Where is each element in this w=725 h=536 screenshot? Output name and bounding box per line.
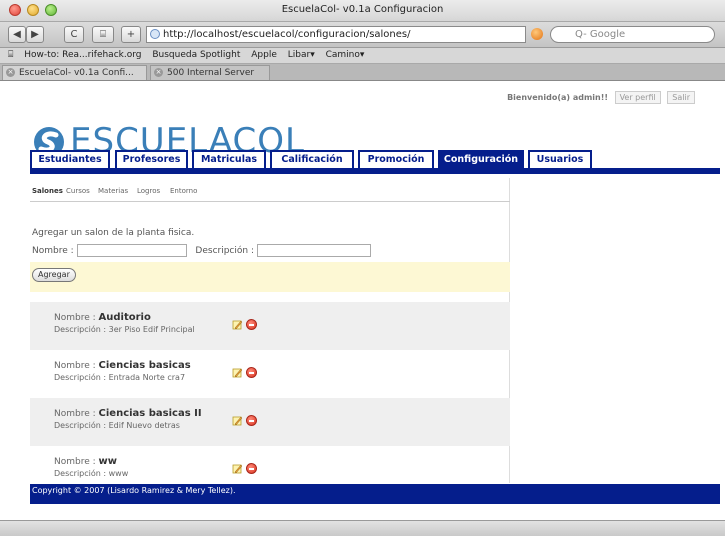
tab-promocion[interactable]: Promoción [358, 150, 434, 168]
page-footer: Copyright © 2007 (Lisardo Ramirez & Mery… [30, 484, 720, 504]
browser-tab[interactable]: × EscuelaCol- v0.1a Confi... [2, 65, 147, 80]
url-text: http://localhost/escuelacol/configuracio… [163, 29, 411, 40]
subtab-logros[interactable]: Logros [137, 187, 160, 195]
globe-icon [150, 29, 160, 39]
browser-tab[interactable]: × 500 Internal Server Error [150, 65, 270, 92]
subtab-entorno[interactable]: Entorno [170, 187, 197, 195]
close-tab-icon[interactable]: × [6, 68, 15, 77]
zoom-window-icon[interactable] [45, 4, 57, 16]
browser-toolbar: ◀ ▶ C ⌸ + http://localhost/escuelacol/co… [0, 22, 725, 48]
minimize-window-icon[interactable] [27, 4, 39, 16]
record-desc-value: www [108, 469, 129, 478]
add-bookmark-button[interactable]: + [121, 26, 141, 43]
bookmark-item[interactable]: Busqueda Spotlight [152, 50, 240, 60]
name-label: Nombre : [32, 246, 74, 256]
tab-profesores[interactable]: Profesores [115, 150, 188, 168]
tab-matriculas[interactable]: Matriculas [192, 150, 266, 168]
profile-button[interactable]: Ver perfil [614, 91, 661, 104]
sub-nav: Salones Cursos Materias Logros Entorno [30, 178, 510, 202]
forward-button[interactable]: ▶ [26, 26, 44, 43]
tab-configuracion[interactable]: Configuración [438, 150, 524, 168]
tab-calificacion[interactable]: Calificación [270, 150, 354, 168]
bookmarks-bar: ⌸ How-to: Rea...rifehack.org Busqueda Sp… [0, 48, 725, 64]
record-name: Nombre : ww [54, 456, 118, 467]
edit-icon[interactable] [232, 367, 243, 378]
bookmark-item[interactable]: Libar▾ [288, 50, 315, 60]
form-fields: Nombre : Descripción : [32, 244, 371, 257]
record-desc-value: 3er Piso Edif Principal [108, 325, 195, 334]
main-content: Salones Cursos Materias Logros Entorno A… [30, 178, 510, 483]
web-page: Bienvenido(a) admin!! Ver perfil Salir E… [0, 81, 725, 514]
list-item: Nombre : Auditorio Descripción : 3er Pis… [30, 302, 510, 350]
record-desc-value: Entrada Norte cra7 [108, 373, 186, 382]
delete-icon[interactable] [246, 319, 257, 330]
form-title: Agregar un salon de la planta fisica. [32, 228, 195, 238]
bookmark-item[interactable]: Camino▾ [326, 50, 365, 60]
description-field[interactable] [256, 244, 371, 257]
delete-icon[interactable] [246, 463, 257, 474]
form-actions: Agregar [30, 262, 510, 292]
window-title: EscuelaCol- v0.1a Configuracion [281, 4, 444, 15]
add-button[interactable]: Agregar [32, 268, 76, 282]
bookmark-item[interactable]: Apple [251, 50, 277, 60]
search-input[interactable]: Q- Google [550, 26, 715, 43]
back-button[interactable]: ◀ [8, 26, 26, 43]
edit-icon[interactable] [232, 319, 243, 330]
browser-status-bar [0, 520, 725, 536]
delete-icon[interactable] [246, 367, 257, 378]
record-description: Descripción : www [54, 469, 129, 478]
close-tab-icon[interactable]: × [154, 68, 163, 77]
subtab-cursos[interactable]: Cursos [66, 187, 90, 195]
record-name: Nombre : Ciencias basicas II [54, 408, 202, 419]
subtab-salones[interactable]: Salones [32, 187, 63, 195]
edit-icon[interactable] [232, 463, 243, 474]
browser-tab-strip: × EscuelaCol- v0.1a Confi... × 500 Inter… [0, 64, 725, 92]
tab-estudiantes[interactable]: Estudiantes [30, 150, 110, 168]
welcome-text: Bienvenido(a) admin!! [507, 93, 609, 102]
record-name: Nombre : Auditorio [54, 312, 151, 323]
tab-usuarios[interactable]: Usuarios [528, 150, 592, 168]
browser-tab-label: EscuelaCol- v0.1a Confi... [19, 68, 134, 78]
bookmarks-icon[interactable]: ⌸ [8, 50, 13, 60]
window-titlebar: EscuelaCol- v0.1a Configuracion [0, 0, 725, 22]
bookmark-item[interactable]: How-to: Rea...rifehack.org [24, 50, 141, 60]
logout-button[interactable]: Salir [667, 91, 695, 104]
record-desc-value: Edif Nuevo detras [108, 421, 180, 430]
reload-button[interactable]: C [64, 26, 84, 43]
record-name-value: ww [98, 456, 118, 467]
list-item: Nombre : Ciencias basicas Descripción : … [30, 350, 510, 398]
add-salon-form: Agregar un salon de la planta fisica. No… [30, 228, 510, 292]
search-engine-icon[interactable] [531, 28, 543, 40]
list-item: Nombre : Ciencias basicas II Descripción… [30, 398, 510, 446]
record-name: Nombre : Ciencias basicas [54, 360, 191, 371]
delete-icon[interactable] [246, 415, 257, 426]
edit-icon[interactable] [232, 415, 243, 426]
name-field[interactable] [76, 244, 187, 257]
record-description: Descripción : 3er Piso Edif Principal [54, 325, 195, 334]
subtab-materias[interactable]: Materias [98, 187, 128, 195]
url-bar[interactable]: http://localhost/escuelacol/configuracio… [146, 26, 526, 43]
close-window-icon[interactable] [9, 4, 21, 16]
record-description: Descripción : Edif Nuevo detras [54, 421, 180, 430]
record-name-value: Auditorio [98, 312, 151, 323]
record-description: Descripción : Entrada Norte cra7 [54, 373, 186, 382]
user-welcome: Bienvenido(a) admin!! Ver perfil Salir [507, 91, 695, 104]
bookmarks-button[interactable]: ⌸ [92, 26, 114, 43]
record-name-value: Ciencias basicas [98, 360, 191, 371]
record-name-value: Ciencias basicas II [98, 408, 202, 419]
main-nav: Estudiantes Profesores Matriculas Califi… [30, 150, 720, 174]
description-label: Descripción : [195, 246, 254, 256]
